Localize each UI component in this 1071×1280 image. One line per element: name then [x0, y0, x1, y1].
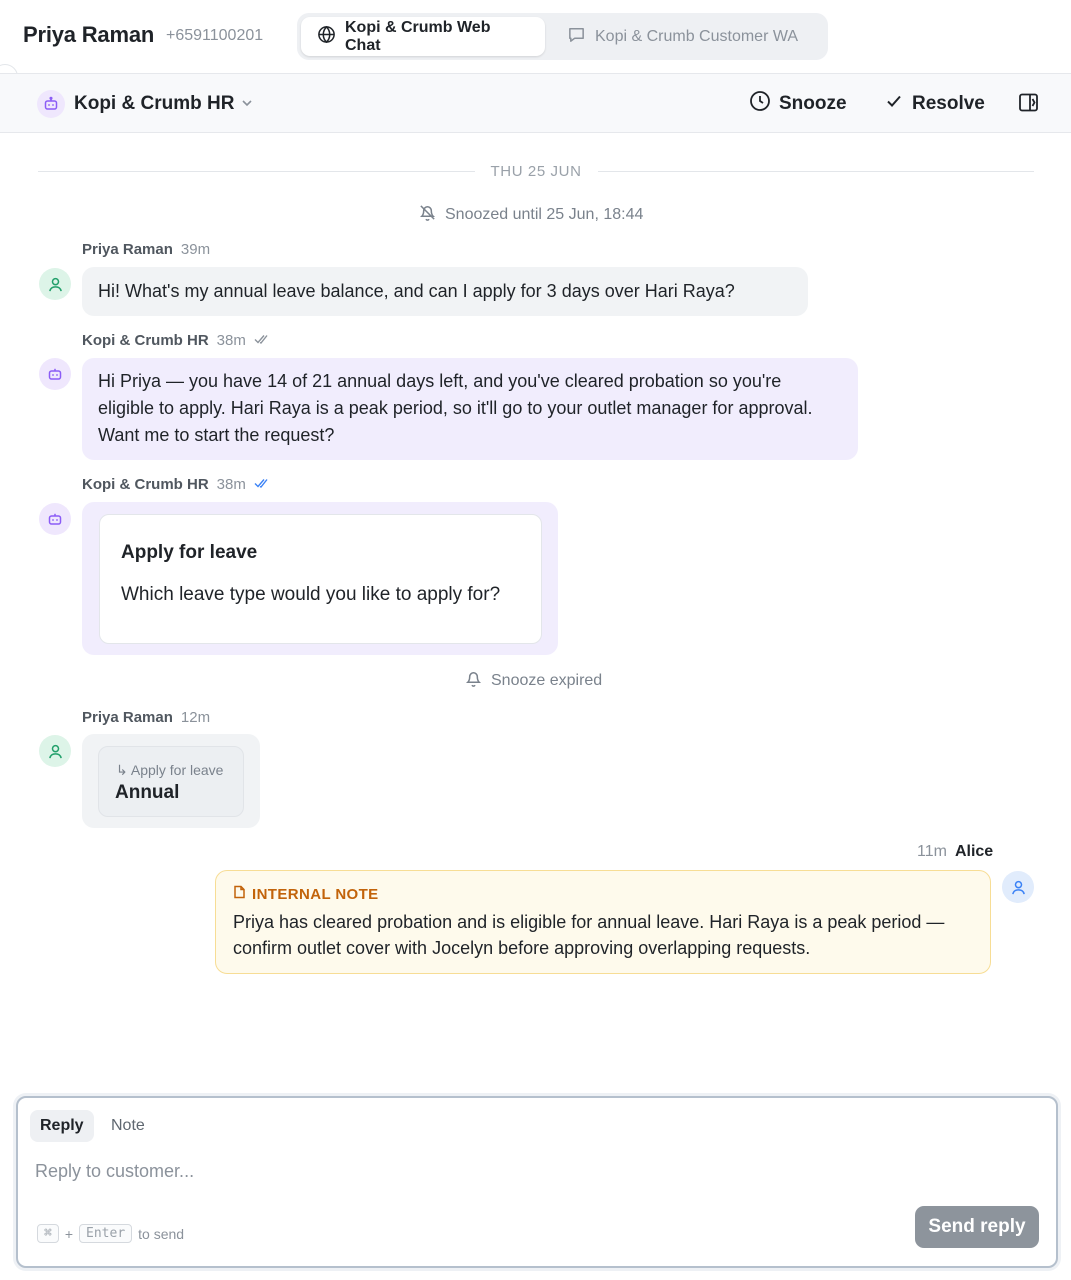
bot-icon: [37, 90, 65, 118]
leave-form-card[interactable]: Apply for leave Which leave type would y…: [99, 514, 542, 644]
reply-input[interactable]: [35, 1156, 1035, 1186]
inbox-toolbar: Kopi & Crumb HR Snooze Resolve: [0, 73, 1071, 133]
card-question: Which leave type would you like to apply…: [121, 584, 501, 605]
hint-suffix: to send: [138, 1225, 185, 1242]
bell-icon: [464, 669, 483, 693]
send-reply-button[interactable]: Send reply: [915, 1206, 1039, 1248]
send-shortcut-hint: ⌘ + Enter to send: [37, 1224, 184, 1243]
message-meta: Priya Raman 39m: [82, 241, 210, 258]
form-reply-chip: ↳ Apply for leave Annual: [98, 746, 244, 817]
snooze-label: Snooze: [779, 93, 847, 114]
globe-icon: [317, 25, 336, 49]
message-time: 38m: [216, 476, 246, 493]
contact-phone: +6591100201: [166, 27, 264, 44]
user-avatar-icon: [39, 735, 71, 767]
snooze-expired-text: Snooze expired: [491, 672, 603, 689]
tab-reply[interactable]: Reply: [30, 1110, 94, 1142]
tab-customer-wa-label: Kopi & Crumb Customer WA: [595, 27, 799, 45]
enter-key: Enter: [79, 1224, 133, 1243]
snooze-button[interactable]: Snooze: [749, 90, 847, 118]
bot-avatar-icon: [39, 358, 71, 390]
reply-value: Annual: [115, 782, 180, 803]
tab-note[interactable]: Note: [101, 1110, 155, 1142]
date-label: THU 25 JUN: [490, 162, 582, 180]
plus-sign: +: [64, 1225, 74, 1242]
message-author: Priya Raman: [82, 241, 173, 258]
form-message-bubble: Apply for leave Which leave type would y…: [82, 502, 558, 655]
resolve-button[interactable]: Resolve: [884, 90, 985, 118]
note-meta: 11m Alice: [917, 843, 993, 861]
bell-off-icon: [418, 203, 437, 227]
cmd-key: ⌘: [37, 1224, 59, 1243]
bot-avatar-icon: [39, 503, 71, 535]
message-time: 12m: [180, 709, 211, 726]
message-time: 39m: [180, 241, 211, 258]
message-meta: Kopi & Crumb HR 38m: [82, 476, 270, 493]
double-check-icon: [254, 476, 270, 493]
sidebar-panel-toggle-icon[interactable]: [1018, 92, 1039, 118]
note-author: Alice: [954, 843, 994, 860]
internal-note: INTERNAL NOTE Priya has cleared probatio…: [215, 870, 991, 974]
user-avatar-icon: [39, 268, 71, 300]
chevron-down-icon[interactable]: [240, 96, 254, 115]
message-time: 38m: [216, 332, 246, 349]
channel-tabs: Kopi & Crumb Web Chat Kopi & Crumb Custo…: [297, 13, 828, 60]
clock-icon: [749, 90, 771, 118]
inbox-selector[interactable]: Kopi & Crumb HR: [74, 93, 234, 115]
checkmark-icon: [884, 91, 904, 117]
reply-reference-label: Apply for leave: [130, 762, 224, 778]
message-bubble: Hi Priya — you have 14 of 21 annual days…: [82, 358, 858, 460]
date-divider: THU 25 JUN: [38, 160, 1035, 182]
note-text: Priya has cleared probation and is eligi…: [233, 912, 945, 958]
snoozed-status-text: Snoozed until 25 Jun, 18:44: [445, 206, 644, 223]
note-label-text: INTERNAL NOTE: [252, 885, 379, 903]
snoozed-status: Snoozed until 25 Jun, 18:44: [418, 203, 643, 227]
double-check-icon: [254, 332, 270, 349]
message-bubble: Hi! What's my annual leave balance, and …: [82, 267, 808, 316]
agent-avatar-icon: [1002, 871, 1034, 903]
snooze-expired-status: Snooze expired: [464, 669, 602, 693]
message-bubble: ↳ Apply for leave Annual: [82, 734, 260, 828]
message-meta: Kopi & Crumb HR 38m: [82, 332, 270, 349]
reply-composer: Reply Note ⌘ + Enter to send Send reply: [16, 1096, 1058, 1268]
note-time: 11m: [917, 843, 947, 860]
conversation-header: Priya Raman +6591100201 Kopi & Crumb Web…: [0, 0, 1071, 72]
tab-web-chat[interactable]: Kopi & Crumb Web Chat: [301, 17, 545, 56]
card-title: Apply for leave: [121, 542, 258, 563]
resolve-label: Resolve: [912, 93, 985, 114]
chat-bubble-icon: [567, 25, 586, 49]
contact-name: Priya Raman: [23, 22, 155, 47]
message-author: Kopi & Crumb HR: [82, 476, 209, 493]
message-meta: Priya Raman 12m: [82, 709, 210, 726]
note-icon: [233, 885, 246, 903]
reply-arrow-icon: ↳: [116, 762, 128, 778]
message-author: Priya Raman: [82, 709, 173, 726]
internal-note-label: INTERNAL NOTE: [233, 885, 379, 903]
tab-web-chat-label: Kopi & Crumb Web Chat: [345, 18, 491, 54]
message-author: Kopi & Crumb HR: [82, 332, 209, 349]
tab-customer-wa[interactable]: Kopi & Crumb Customer WA: [551, 17, 821, 56]
